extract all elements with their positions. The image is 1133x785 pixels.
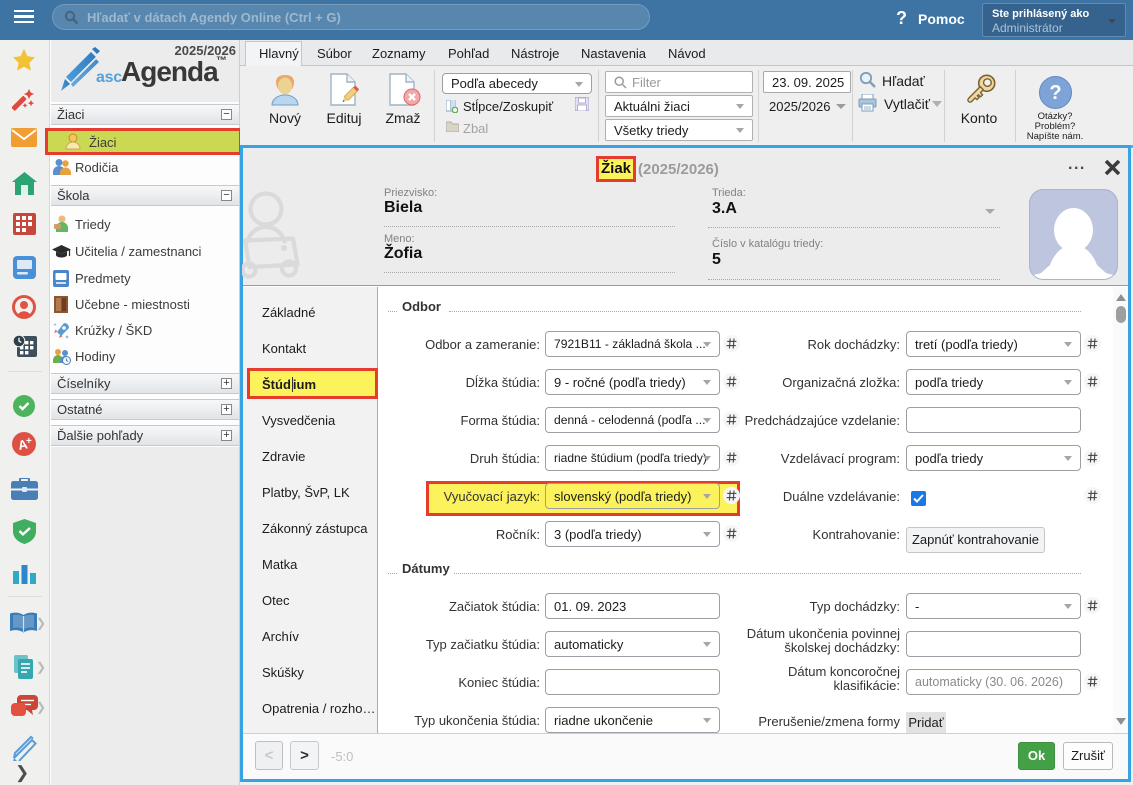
svg-text:+: + <box>26 436 32 447</box>
